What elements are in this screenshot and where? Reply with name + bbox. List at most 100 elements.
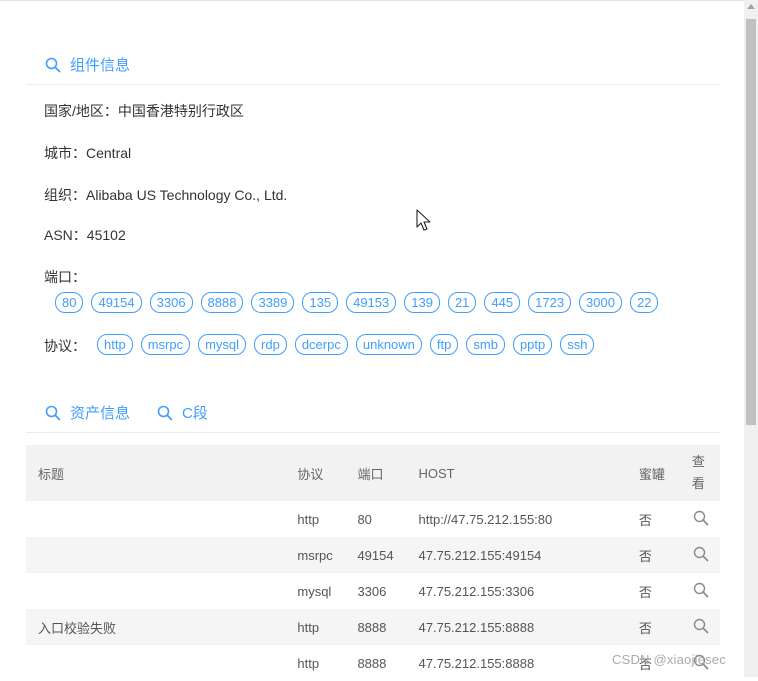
table-row: msrpc 49154 47.75.212.155:49154 否 xyxy=(26,537,720,573)
org-line: 组织：Alibaba US Technology Co., Ltd. xyxy=(44,185,287,205)
cell-protocol: http xyxy=(285,609,346,645)
view-search-icon[interactable] xyxy=(692,510,710,530)
cell-protocol: mysql xyxy=(297,583,332,599)
c-segment-tab[interactable]: C段 xyxy=(156,402,208,423)
top-border xyxy=(0,0,744,1)
asn-line: ASN：45102 xyxy=(44,225,126,245)
port-tag[interactable]: 445 xyxy=(484,292,521,313)
protocols-label: 协议： xyxy=(44,338,86,354)
cell-host: 47.75.212.155:49154 xyxy=(406,537,627,573)
cell-view xyxy=(679,609,720,645)
asset-table: 标题 协议 端口 HOST 蜜罐 查看 http 80 http://47.75.2… xyxy=(26,445,720,681)
port-tag[interactable]: 22 xyxy=(629,292,659,313)
org-value: Alibaba US Technology Co., Ltd. xyxy=(86,187,288,203)
cell-title xyxy=(26,537,286,573)
table-header-row: 标题 协议 端口 HOST 蜜罐 查看 xyxy=(26,445,720,501)
port-tag[interactable]: 1723 xyxy=(528,292,572,313)
protocol-tag[interactable]: ftp xyxy=(429,334,459,355)
port-tag[interactable]: 3306 xyxy=(149,292,193,313)
cell-title xyxy=(26,501,285,537)
protocol-tag[interactable]: msrpc xyxy=(140,334,191,355)
protocol-tag-list: http msrpc mysql rdp dcerpc unknown ftp smb pptp… xyxy=(97,334,595,355)
protocol-tag[interactable]: rdp xyxy=(254,334,287,355)
asset-info-header: 资产信息 C段 xyxy=(26,390,720,433)
view-search-icon[interactable] xyxy=(692,618,710,638)
cell-port: 49154 xyxy=(345,537,407,573)
port-tag[interactable]: 3389 xyxy=(251,292,295,313)
cell-honeypot: 否 xyxy=(626,537,680,573)
table-row: mysql 3306 47.75.212.155:3306 否 xyxy=(26,573,720,609)
table-row: 入口校验失败 http 8888 47.75.212.155:8888 否 xyxy=(26,609,720,645)
scroll-up-arrow-icon[interactable] xyxy=(747,4,755,9)
protocol-tag[interactable]: dcerpc xyxy=(294,334,348,355)
search-icon xyxy=(44,56,62,74)
cell-host: 47.75.212.155:8888 xyxy=(406,609,627,645)
cell-host: 47.75.212.155:3306 xyxy=(418,583,535,599)
protocol-tag[interactable]: mysql xyxy=(198,334,247,355)
protocol-tag[interactable]: unknown xyxy=(355,334,422,355)
cell-title xyxy=(26,573,285,609)
col-honeypot-header: 蜜罐 xyxy=(626,445,680,501)
protocol-tag[interactable]: http xyxy=(97,334,133,355)
cell-port: 8888 xyxy=(345,609,407,645)
port-tag[interactable]: 139 xyxy=(404,292,440,313)
cell-port: 80 xyxy=(357,511,372,527)
org-label: 组织： xyxy=(44,187,86,203)
col-title-header: 标题 xyxy=(26,445,286,501)
cell-title xyxy=(26,645,285,681)
mouse-cursor-icon xyxy=(416,209,431,231)
cell-view xyxy=(679,537,720,573)
ports-label: 端口： xyxy=(44,269,86,285)
cell-title: 入口校验失败 xyxy=(26,609,286,645)
component-info-title: 组件信息 xyxy=(70,57,131,74)
port-tag[interactable]: 8888 xyxy=(200,292,244,313)
cell-protocol: msrpc xyxy=(285,537,346,573)
asset-info-tab[interactable]: 资产信息 xyxy=(44,402,130,423)
country-label: 国家/地区： xyxy=(44,103,118,119)
port-tag-list: 80 49154 3306 8888 3389 135 49153 139 21 445 1723 3… xyxy=(55,292,659,313)
view-search-icon[interactable] xyxy=(692,546,710,566)
port-tag[interactable]: 135 xyxy=(302,292,339,313)
view-search-icon[interactable] xyxy=(692,582,710,602)
cell-port: 8888 xyxy=(357,655,387,671)
component-info-link[interactable]: 组件信息 xyxy=(44,54,130,75)
c-segment-label: C段 xyxy=(182,405,208,422)
cell-protocol: http xyxy=(297,511,320,527)
vertical-scrollbar[interactable] xyxy=(744,0,758,677)
col-view-header: 查看 xyxy=(679,445,720,501)
country-line: 国家/地区：中国香港特别行政区 xyxy=(44,101,244,121)
country-value: 中国香港特别行政区 xyxy=(117,103,244,119)
city-value: Central xyxy=(86,145,132,161)
port-tag[interactable]: 21 xyxy=(447,292,477,313)
cell-host: http://47.75.212.155:80 xyxy=(418,511,553,527)
col-port-header: 端口 xyxy=(345,445,407,501)
col-host-header: HOST xyxy=(406,445,627,501)
scrollbar-thumb[interactable] xyxy=(746,19,756,425)
search-icon xyxy=(44,404,62,422)
port-tag[interactable]: 49153 xyxy=(346,292,397,313)
asn-label: ASN： xyxy=(44,227,87,243)
cell-honeypot: 否 xyxy=(638,512,652,528)
search-icon xyxy=(156,404,174,422)
component-info-header: 组件信息 xyxy=(26,42,720,85)
cell-host: 47.75.212.155:8888 xyxy=(418,655,535,671)
asset-info-label: 资产信息 xyxy=(70,405,131,422)
city-label: 城市： xyxy=(44,145,86,161)
col-protocol-header: 协议 xyxy=(285,445,346,501)
cell-protocol: http xyxy=(297,655,320,671)
protocol-tag[interactable]: smb xyxy=(466,334,505,355)
watermark: CSDN @xiaojiesec xyxy=(612,652,726,667)
asn-value: 45102 xyxy=(86,227,126,243)
protocol-tag[interactable]: ssh xyxy=(560,334,595,355)
cell-port: 3306 xyxy=(357,583,387,599)
cell-honeypot: 否 xyxy=(626,609,680,645)
table-row: http 80 http://47.75.212.155:80 否 xyxy=(26,501,720,537)
cell-view xyxy=(680,573,720,609)
port-tag[interactable]: 80 xyxy=(55,292,84,313)
protocol-tag[interactable]: pptp xyxy=(512,334,553,355)
port-tag[interactable]: 49154 xyxy=(91,292,142,313)
cell-view xyxy=(680,501,720,537)
city-line: 城市：Central xyxy=(44,143,131,163)
cell-honeypot: 否 xyxy=(638,584,652,600)
port-tag[interactable]: 3000 xyxy=(579,292,622,313)
